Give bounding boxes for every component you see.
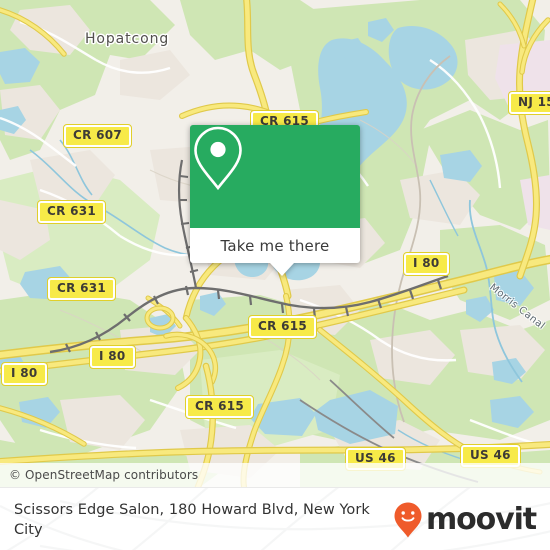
take-me-there-button[interactable]: Take me there — [190, 228, 360, 263]
road-shield-us46-b[interactable]: US 46 — [460, 444, 521, 468]
road-shield-cr615-c[interactable]: CR 615 — [184, 395, 255, 419]
road-shield-cr631-a[interactable]: CR 631 — [36, 200, 107, 224]
road-shield-i80-b[interactable]: I 80 — [1, 362, 48, 386]
moovit-wordmark: moovit — [425, 501, 537, 537]
road-shield-nj15[interactable]: NJ 15 — [508, 91, 550, 115]
location-popup[interactable]: Take me there — [190, 125, 360, 276]
location-title: Scissors Edge Salon, 180 Howard Blvd, Ne… — [14, 501, 370, 538]
road-shield-cr631-b[interactable]: CR 631 — [46, 277, 117, 301]
road-shield-i80-c[interactable]: I 80 — [403, 252, 450, 276]
moovit-smiley-pin-icon — [394, 502, 422, 537]
bottom-info-bar: Scissors Edge Salon, 180 Howard Blvd, Ne… — [0, 487, 550, 550]
road-shield-i80-a[interactable]: I 80 — [89, 345, 136, 369]
road-shield-cr615-b[interactable]: CR 615 — [247, 315, 318, 339]
road-shield-us46-a[interactable]: US 46 — [345, 447, 406, 471]
moovit-logo: moovit — [393, 501, 537, 539]
map-canvas[interactable]: Hopatcong Morris Canal CR 607 CR 631 CR … — [0, 0, 550, 487]
moovit-map-screenshot: Hopatcong Morris Canal CR 607 CR 631 CR … — [0, 0, 550, 550]
popup-pointer — [270, 263, 294, 276]
popup-header — [190, 125, 360, 228]
road-shield-cr607[interactable]: CR 607 — [62, 124, 133, 148]
map-pin-icon — [194, 126, 242, 191]
